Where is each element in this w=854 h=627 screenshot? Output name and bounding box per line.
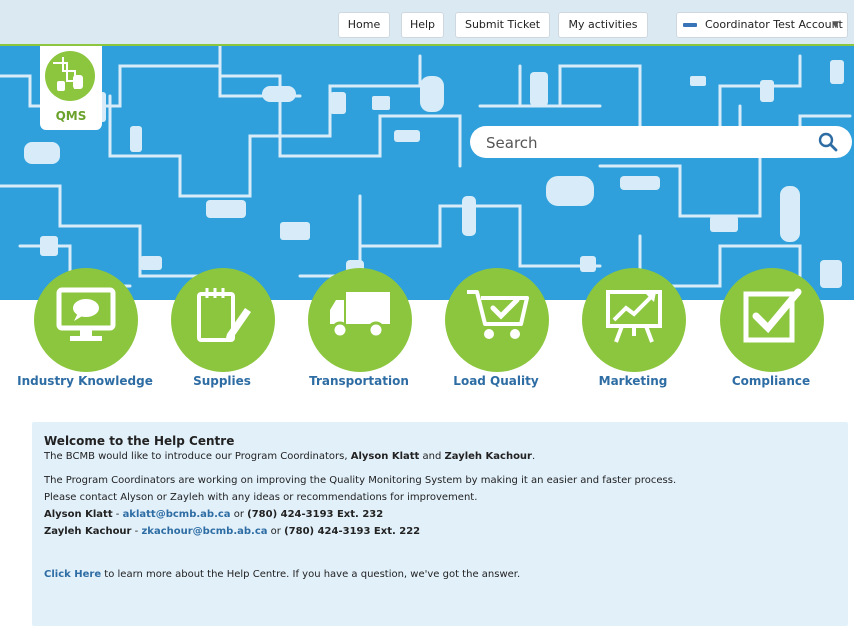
welcome-para: The Program Coordinators are working on …: [44, 475, 677, 486]
coordinator-name: Zayleh Kachour: [444, 451, 533, 462]
category-circle: [582, 268, 686, 372]
welcome-intro: The BCMB would like to introduce our Pro…: [44, 451, 536, 462]
category-industry-knowledge[interactable]: Industry Knowledge: [17, 268, 153, 392]
search-input[interactable]: [484, 130, 808, 156]
search-bar[interactable]: [470, 126, 852, 158]
category-circle: [720, 268, 824, 372]
email-link[interactable]: aklatt@bcmb.ab.ca: [123, 509, 231, 520]
welcome-panel: Welcome to the Help Centre The BCMB woul…: [32, 422, 848, 626]
email-link[interactable]: zkachour@bcmb.ab.ca: [141, 526, 267, 537]
search-icon[interactable]: [818, 132, 838, 152]
welcome-title: Welcome to the Help Centre: [44, 434, 235, 448]
checkbox-icon: [743, 288, 802, 343]
category-transportation[interactable]: Transportation: [294, 268, 424, 392]
welcome-para: Please contact Alyson or Zayleh with any…: [44, 492, 478, 503]
monitor-chat-icon: [56, 287, 116, 341]
top-bar: Home Help Submit Ticket My activities Co…: [0, 0, 854, 46]
nav-submit-ticket-button[interactable]: Submit Ticket: [455, 12, 550, 38]
category-circle: [308, 268, 412, 372]
category-supplies[interactable]: Supplies: [157, 268, 287, 392]
account-name: Coordinator Test Account: [705, 18, 843, 31]
truck-icon: [330, 292, 390, 339]
category-label[interactable]: Compliance: [686, 374, 854, 388]
nav-my-activities-button[interactable]: My activities: [558, 12, 648, 38]
notepad-pencil-icon: [197, 288, 251, 342]
category-load-quality[interactable]: Load Quality: [431, 268, 561, 392]
qms-logo-emblem: [45, 51, 95, 101]
qms-logo[interactable]: QMS: [40, 46, 102, 130]
contact-line: Alyson Klatt - aklatt@bcmb.ab.ca or (780…: [44, 509, 384, 520]
coordinator-name: Alyson Klatt: [350, 451, 420, 462]
nav-help-button[interactable]: Help: [401, 12, 444, 38]
pipeline-background-graphic: [0, 46, 852, 298]
qms-logo-text: QMS: [55, 109, 87, 123]
cart-check-icon: [467, 290, 529, 339]
chevron-down-icon: ▼: [832, 20, 839, 30]
hero-banner: [0, 46, 854, 300]
account-dropdown[interactable]: Coordinator Test Account ▼: [676, 12, 848, 38]
category-compliance[interactable]: Compliance: [706, 268, 836, 392]
account-logo-icon: [683, 23, 697, 27]
category-marketing[interactable]: Marketing: [568, 268, 698, 392]
category-circle: [171, 268, 275, 372]
contact-line: Zayleh Kachour - zkachour@bcmb.ab.ca or …: [44, 526, 421, 537]
welcome-footer: Click Here to learn more about the Help …: [44, 569, 521, 580]
click-here-link[interactable]: Click Here: [44, 569, 101, 580]
category-circle: [34, 268, 138, 372]
category-circle: [445, 268, 549, 372]
nav-home-button[interactable]: Home: [338, 12, 390, 38]
chart-easel-icon: [606, 290, 662, 343]
